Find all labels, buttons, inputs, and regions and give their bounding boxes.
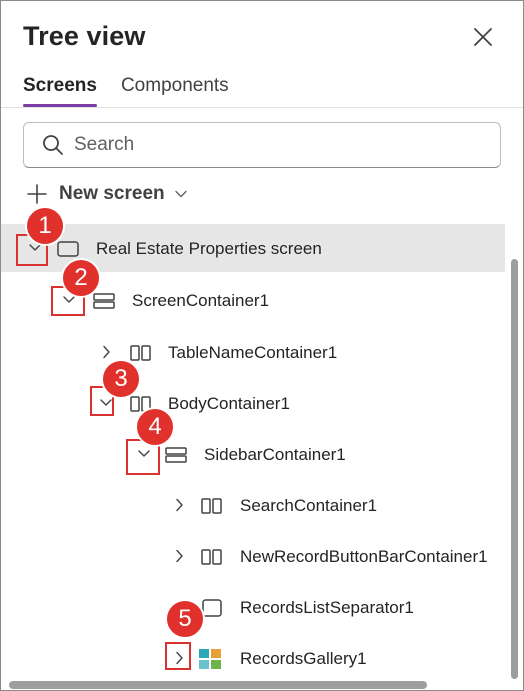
tabs-divider	[1, 107, 523, 108]
tree-item[interactable]: SidebarContainer1	[1, 430, 507, 480]
horizontal-scrollbar-thumb[interactable]	[9, 681, 427, 689]
tree-item-label: ScreenContainer1	[132, 291, 270, 310]
tree-item-toggle[interactable]	[167, 544, 191, 568]
tree-item[interactable]: RecordsListSeparator1	[1, 583, 507, 633]
callout-badge: 5	[165, 599, 205, 639]
chevron-right-icon	[176, 498, 183, 512]
tree-item-label: NewRecordButtonBarContainer1	[240, 547, 488, 566]
screen-icon-wrapper	[56, 239, 80, 259]
horizontal-container-icon-wrapper	[200, 547, 224, 567]
callout-badge: 4	[135, 407, 175, 447]
search-box[interactable]	[23, 122, 501, 168]
vertical-container-icon	[93, 293, 115, 309]
tab-screens[interactable]: Screens	[23, 73, 97, 107]
search-input[interactable]	[74, 134, 474, 156]
tree-item-label: TableNameContainer1	[168, 343, 338, 362]
tree-item-label: RecordsListSeparator1	[240, 598, 414, 617]
horizontal-container-icon	[130, 345, 151, 361]
vertical-container-icon-wrapper	[92, 291, 116, 311]
tree-item[interactable]: BodyContainer1	[1, 379, 507, 429]
chevron-right-icon	[103, 345, 110, 359]
tree-item-label: Real Estate Properties screen	[96, 239, 322, 258]
panel-title: Tree view	[23, 21, 146, 51]
callout-highlight	[165, 642, 191, 670]
tab-components[interactable]: Components	[121, 73, 229, 107]
tree-item[interactable]: RecordsGallery1	[1, 634, 507, 684]
horizontal-container-icon-wrapper	[200, 496, 224, 516]
tree-item-label: BodyContainer1	[168, 394, 290, 413]
tab-bar: Screens Components	[23, 73, 253, 107]
close-icon	[474, 28, 492, 46]
tree-item-label: SidebarContainer1	[204, 445, 346, 464]
new-screen-label: New screen	[59, 183, 165, 204]
tree-item[interactable]: SearchContainer1	[1, 481, 507, 531]
tree-item[interactable]: NewRecordButtonBarContainer1	[1, 532, 507, 582]
tree-item[interactable]: TableNameContainer1	[1, 328, 507, 378]
horizontal-container-icon	[201, 498, 222, 514]
tree-view-panel: Tree view Screens Components New screen …	[0, 0, 524, 691]
vertical-scrollbar-thumb[interactable]	[511, 259, 518, 679]
horizontal-container-icon	[201, 549, 222, 565]
vertical-container-icon	[165, 447, 187, 463]
callout-badge: 3	[101, 359, 141, 399]
callout-badge: 1	[25, 206, 65, 246]
search-icon	[43, 135, 63, 155]
chevron-down-icon	[174, 190, 187, 198]
horizontal-container-icon-wrapper	[129, 343, 153, 363]
new-screen-button[interactable]: New screen	[27, 180, 187, 208]
tree-item-label: SearchContainer1	[240, 496, 378, 515]
vertical-container-icon-wrapper	[164, 445, 188, 465]
screen-icon	[57, 241, 79, 257]
close-button[interactable]	[467, 23, 499, 51]
gallery-icon	[199, 649, 221, 669]
callout-badge: 2	[61, 258, 101, 298]
gallery-icon-wrapper	[198, 649, 222, 669]
tree-item-toggle[interactable]	[167, 493, 191, 517]
plus-icon	[27, 184, 47, 204]
tree-list: Real Estate Properties screen ScreenConta…	[1, 206, 507, 680]
tree-item-label: RecordsGallery1	[240, 649, 367, 668]
chevron-right-icon	[176, 549, 183, 563]
